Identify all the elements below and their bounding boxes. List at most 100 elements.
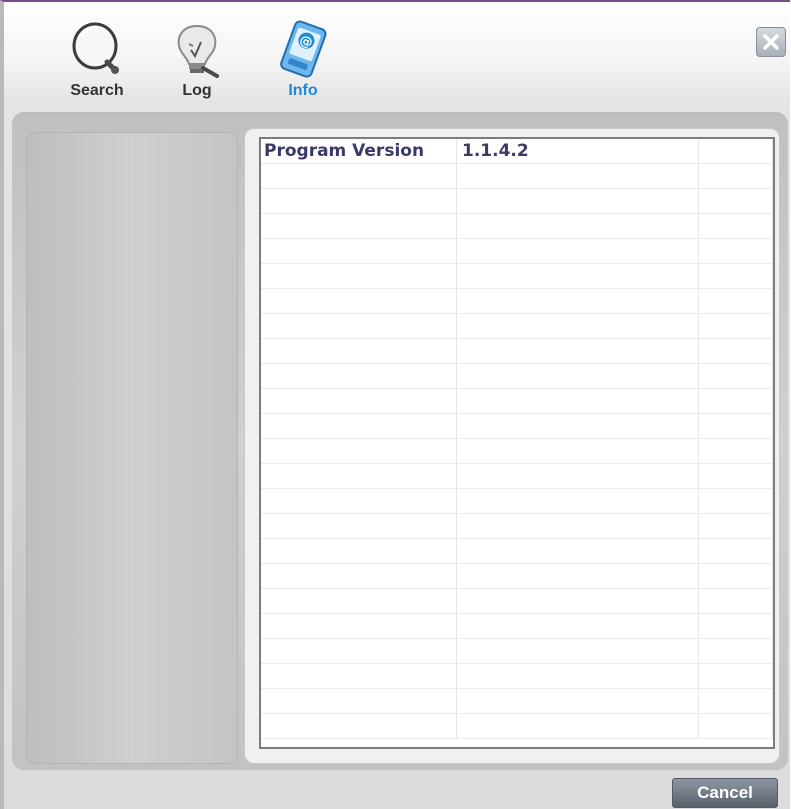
- table-row: [261, 413, 773, 439]
- table-cell: [698, 313, 773, 339]
- table-cell: [698, 263, 773, 289]
- table-cell: [456, 213, 699, 239]
- search-label: Search: [70, 82, 124, 99]
- table-cell: [261, 663, 457, 689]
- table-cell: [698, 463, 773, 489]
- program-version-label: Program Version: [261, 139, 457, 164]
- table-cell: [261, 438, 457, 464]
- table-cell: [698, 213, 773, 239]
- table-cell: [261, 163, 457, 189]
- table-cell: [698, 638, 773, 664]
- table-cell: [698, 438, 773, 464]
- table-cell: [698, 488, 773, 514]
- table-cell: [456, 338, 699, 364]
- content-frame: Program Version 1.1.4.2: [12, 112, 788, 770]
- table-cell: [261, 638, 457, 664]
- table-cell: [698, 688, 773, 714]
- table-cell: [261, 338, 457, 364]
- left-panel: [26, 132, 238, 764]
- table-cell: [698, 388, 773, 414]
- table-row: [261, 213, 773, 239]
- table-cell: [456, 188, 699, 214]
- table-cell: [456, 413, 699, 439]
- table-cell: [456, 388, 699, 414]
- table-row: Program Version 1.1.4.2: [261, 139, 773, 164]
- table-cell: [456, 538, 699, 564]
- table-row: [261, 588, 773, 614]
- cancel-button[interactable]: Cancel: [672, 778, 778, 808]
- table-cell: [698, 188, 773, 214]
- table-cell: [698, 563, 773, 589]
- program-version-value: 1.1.4.2: [456, 139, 699, 164]
- table-cell: [456, 563, 699, 589]
- close-icon: [763, 34, 779, 50]
- right-panel: Program Version 1.1.4.2: [244, 128, 780, 764]
- table-cell: [698, 538, 773, 564]
- table-cell: [698, 139, 773, 164]
- table-cell: [261, 363, 457, 389]
- table-cell: [698, 713, 773, 739]
- table-row: [261, 438, 773, 464]
- table-cell: [698, 513, 773, 539]
- toolbar-log-button[interactable]: Log: [162, 20, 232, 102]
- table-cell: [698, 613, 773, 639]
- info-window: Search Log @ Info Program Version 1.1.4.…: [0, 0, 790, 809]
- info-table: Program Version 1.1.4.2: [261, 139, 773, 739]
- info-grid[interactable]: Program Version 1.1.4.2: [259, 137, 775, 749]
- table-cell: [456, 613, 699, 639]
- table-row: [261, 288, 773, 314]
- table-cell: [261, 563, 457, 589]
- table-row: [261, 338, 773, 364]
- table-cell: [261, 713, 457, 739]
- table-cell: [261, 263, 457, 289]
- table-cell: [698, 338, 773, 364]
- table-cell: [698, 238, 773, 264]
- table-cell: [456, 588, 699, 614]
- table-row: [261, 688, 773, 714]
- info-label: Info: [288, 82, 318, 99]
- table-cell: [261, 538, 457, 564]
- toolbar-info-button[interactable]: @ Info: [268, 20, 338, 102]
- toolbar-search-button[interactable]: Search: [62, 20, 132, 102]
- table-cell: [698, 163, 773, 189]
- table-row: [261, 638, 773, 664]
- table-cell: [261, 613, 457, 639]
- table-row: [261, 313, 773, 339]
- table-row: [261, 388, 773, 414]
- table-cell: [456, 238, 699, 264]
- log-label: Log: [182, 82, 212, 99]
- table-row: [261, 563, 773, 589]
- table-cell: [261, 513, 457, 539]
- lightbulb-icon: [177, 24, 219, 78]
- table-cell: [261, 588, 457, 614]
- table-cell: [261, 238, 457, 264]
- table-cell: [456, 488, 699, 514]
- table-cell: [456, 638, 699, 664]
- table-cell: [456, 263, 699, 289]
- table-row: [261, 163, 773, 189]
- search-icon: [72, 22, 119, 74]
- table-cell: [698, 363, 773, 389]
- table-cell: [261, 188, 457, 214]
- table-row: [261, 238, 773, 264]
- table-cell: [261, 313, 457, 339]
- table-row: [261, 463, 773, 489]
- table-cell: [261, 413, 457, 439]
- table-cell: [456, 513, 699, 539]
- table-cell: [261, 388, 457, 414]
- table-cell: [261, 488, 457, 514]
- table-cell: [261, 463, 457, 489]
- table-cell: [698, 663, 773, 689]
- table-cell: [698, 588, 773, 614]
- table-row: [261, 263, 773, 289]
- info-device-icon: @: [280, 20, 327, 78]
- table-row: [261, 513, 773, 539]
- table-cell: [698, 288, 773, 314]
- table-cell: [456, 288, 699, 314]
- close-button[interactable]: [756, 27, 786, 57]
- table-row: [261, 488, 773, 514]
- table-cell: [456, 688, 699, 714]
- table-row: [261, 188, 773, 214]
- table-cell: [456, 463, 699, 489]
- table-cell: [456, 363, 699, 389]
